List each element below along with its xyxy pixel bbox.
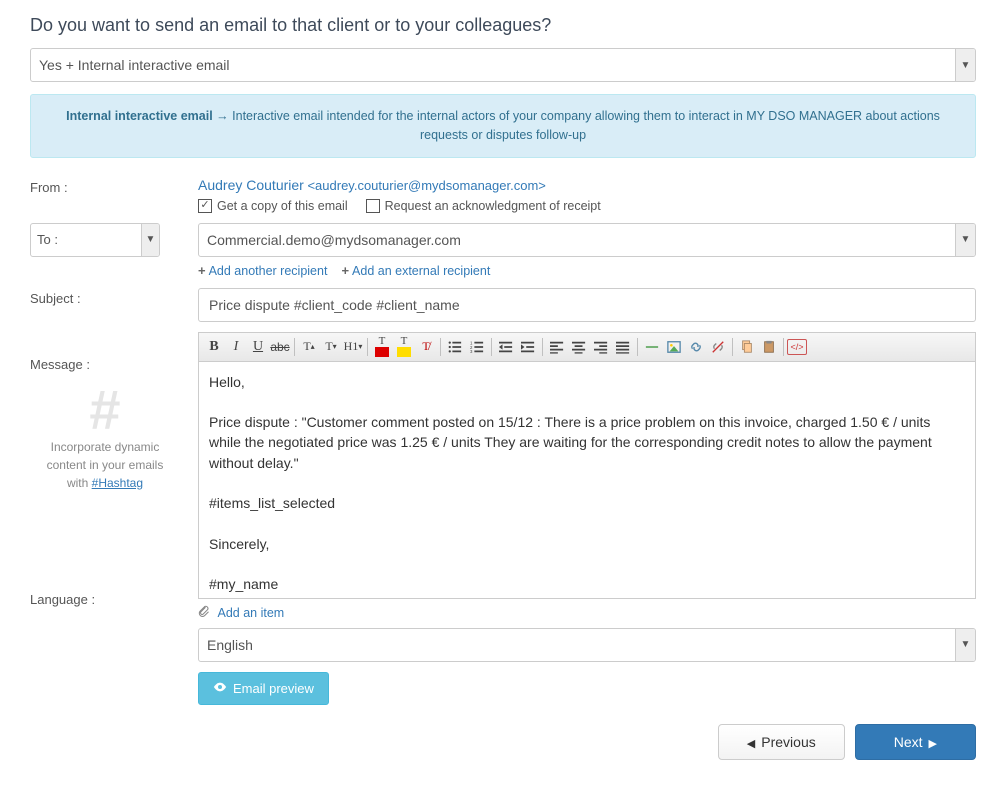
highlight-icon[interactable]: T [393,336,415,358]
sender-email[interactable]: <audrey.couturier@mydsomanager.com> [307,178,545,193]
add-external-recipient-link[interactable]: +Add an external recipient [341,263,490,278]
hash-icon: # [30,382,180,438]
sender-name[interactable]: Audrey Couturier [198,177,304,193]
previous-button[interactable]: ◀ Previous [718,724,845,760]
message-label: Message : [30,357,198,372]
hashtag-hint-line2: content in your emails [30,456,180,474]
acknowledgment-checkbox[interactable]: Request an acknowledgment of receipt [366,199,601,213]
italic-icon[interactable]: I [225,336,247,358]
copy-checkbox[interactable]: ✓ Get a copy of this email [198,199,348,213]
text-color-icon[interactable]: T [371,336,393,358]
image-icon[interactable] [663,336,685,358]
hr-icon[interactable] [641,336,663,358]
unlink-icon[interactable] [707,336,729,358]
language-select[interactable]: English ▼ [198,628,976,662]
language-selected-value: English [207,637,253,653]
email-preview-label: Email preview [233,681,314,696]
message-editor[interactable] [199,362,975,595]
hashtag-link[interactable]: #Hashtag [92,476,143,490]
hashtag-hint: # Incorporate dynamic content in your em… [30,382,180,492]
plus-icon: + [341,263,349,278]
email-type-selected-value: Yes + Internal interactive email [39,57,230,73]
ordered-list-icon[interactable]: 123 [466,336,488,358]
next-button[interactable]: Next ▶ [855,724,976,760]
link-icon[interactable] [685,336,707,358]
source-icon[interactable]: </> [787,339,807,355]
email-preview-button[interactable]: Email preview [198,672,329,705]
callout-text: Interactive email intended for the inter… [232,109,940,142]
callout-strong: Internal interactive email [66,109,213,123]
align-justify-icon[interactable] [612,336,634,358]
align-right-icon[interactable] [590,336,612,358]
from-label: From : [30,172,198,218]
add-another-recipient-link[interactable]: +Add another recipient [198,263,327,278]
language-label: Language : [30,592,198,607]
strike-icon[interactable]: abc [269,336,291,358]
indent-icon[interactable] [517,336,539,358]
bold-icon[interactable]: B [203,336,225,358]
paperclip-icon [198,606,213,620]
remove-format-icon[interactable]: T̸ [415,336,437,358]
copy-checkbox-label: Get a copy of this email [217,199,348,213]
unordered-list-icon[interactable] [444,336,466,358]
font-size-down-icon[interactable]: T▾ [320,336,342,358]
next-label: Next [894,734,923,750]
chevron-left-icon: ◀ [747,738,755,750]
underline-icon[interactable]: U [247,336,269,358]
email-type-select-wrap[interactable]: Yes + Internal interactive email ▼ [30,48,976,82]
add-another-recipient-label: Add another recipient [209,264,328,278]
hashtag-hint-line3-prefix: with [67,476,92,490]
paste-icon[interactable] [758,336,780,358]
recipient-select[interactable]: Commercial.demo@mydsomanager.com ▼ [198,223,976,257]
previous-label: Previous [761,734,815,750]
internal-email-info-callout: Internal interactive email → Interactive… [30,94,976,158]
heading-icon[interactable]: H1▾ [342,336,364,358]
to-label: To : [37,232,58,247]
svg-text:3: 3 [470,349,473,354]
align-left-icon[interactable] [546,336,568,358]
editor-toolbar: B I U abc T▴ T▾ H1▾ T T T̸ 123 [198,332,976,362]
subject-label: Subject : [30,283,198,327]
add-attachment-link[interactable]: Add an item [217,606,284,620]
hashtag-hint-line1: Incorporate dynamic [30,438,180,456]
plus-icon: + [198,263,206,278]
eye-icon [213,680,227,697]
email-type-select[interactable]: Yes + Internal interactive email [30,48,976,82]
font-size-up-icon[interactable]: T▴ [298,336,320,358]
recipient-type-select[interactable]: To : ▼ [30,223,160,257]
acknowledgment-checkbox-label: Request an acknowledgment of receipt [385,199,601,213]
question-title: Do you want to send an email to that cli… [30,15,976,36]
align-center-icon[interactable] [568,336,590,358]
chevron-right-icon: ▶ [929,738,937,750]
arrow-right-icon: → [216,109,229,123]
outdent-icon[interactable] [495,336,517,358]
checkbox-unchecked-icon [366,199,380,213]
add-external-recipient-label: Add an external recipient [352,264,490,278]
recipient-value: Commercial.demo@mydsomanager.com [207,232,461,248]
copy-icon[interactable] [736,336,758,358]
checkbox-checked-icon: ✓ [198,199,212,213]
subject-input[interactable] [198,288,976,322]
